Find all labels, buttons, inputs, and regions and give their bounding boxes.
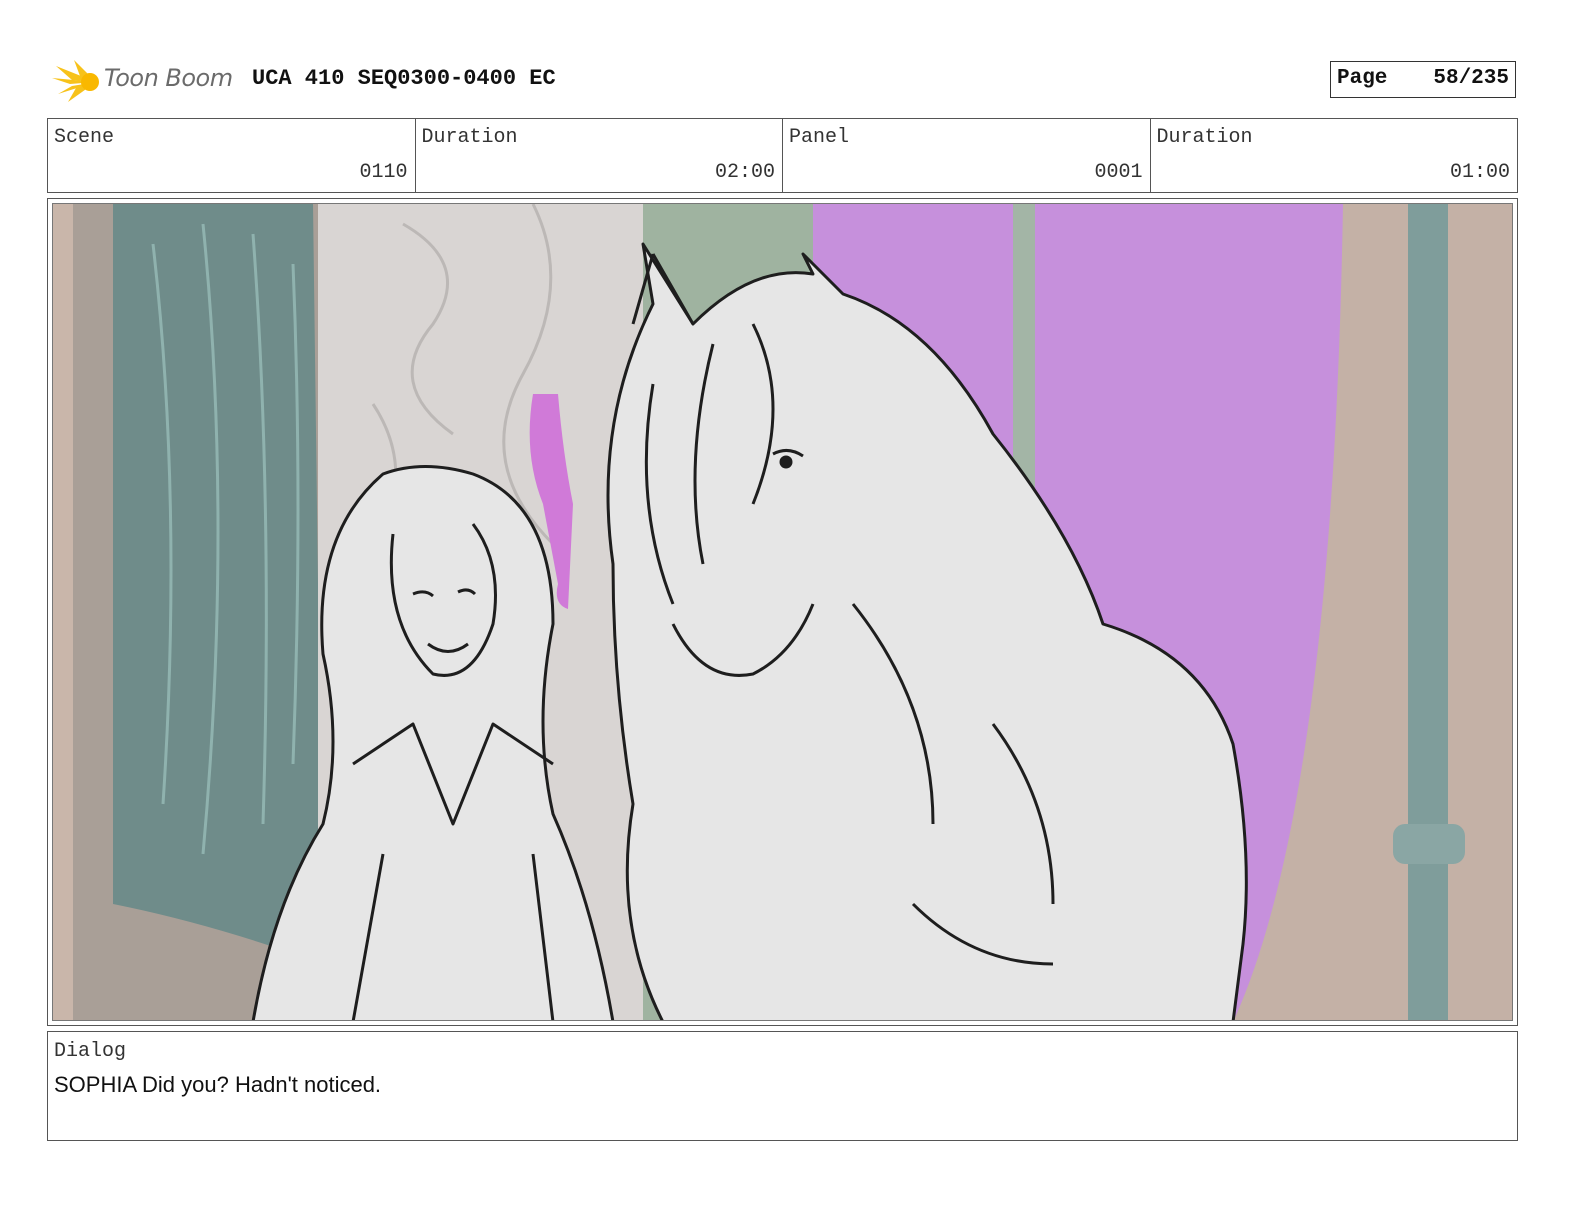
panel-duration-cell: Duration 01:00 bbox=[1151, 119, 1518, 192]
logo-text: Toon Boom bbox=[104, 64, 233, 92]
storyboard-panel-image bbox=[52, 203, 1513, 1021]
scene-duration-value: 02:00 bbox=[714, 161, 775, 184]
panel-cell: Panel 0001 bbox=[783, 119, 1151, 192]
scene-info-row: Scene 0110 Duration 02:00 Panel 0001 Dur… bbox=[47, 118, 1518, 193]
scene-label: Scene bbox=[54, 126, 115, 149]
page-indicator: Page 58/235 bbox=[1330, 61, 1516, 98]
panel-duration-label: Duration bbox=[1156, 126, 1253, 149]
page-number: 58/235 bbox=[1433, 67, 1509, 90]
document-title: UCA 410 SEQ0300-0400 EC bbox=[252, 66, 556, 91]
dialog-text: SOPHIA Did you? Hadn't noticed. bbox=[54, 1072, 382, 1097]
scene-value: 0110 bbox=[359, 161, 408, 184]
scene-cell: Scene 0110 bbox=[48, 119, 416, 192]
column-ring bbox=[1393, 824, 1465, 864]
page-label: Page bbox=[1337, 67, 1388, 90]
panel-illustration bbox=[53, 204, 1512, 1020]
starburst-icon bbox=[52, 60, 99, 102]
dialog-box: Dialog SOPHIA Did you? Hadn't noticed. bbox=[47, 1031, 1518, 1141]
panel-label: Panel bbox=[789, 126, 850, 149]
scene-duration-cell: Duration 02:00 bbox=[416, 119, 783, 192]
toon-boom-logo: Toon Boom bbox=[52, 58, 242, 106]
teal-column bbox=[1408, 204, 1448, 1020]
panel-duration-value: 01:00 bbox=[1449, 161, 1510, 184]
scene-duration-label: Duration bbox=[421, 126, 518, 149]
panel-value: 0001 bbox=[1094, 161, 1143, 184]
dialog-label: Dialog bbox=[54, 1040, 127, 1063]
